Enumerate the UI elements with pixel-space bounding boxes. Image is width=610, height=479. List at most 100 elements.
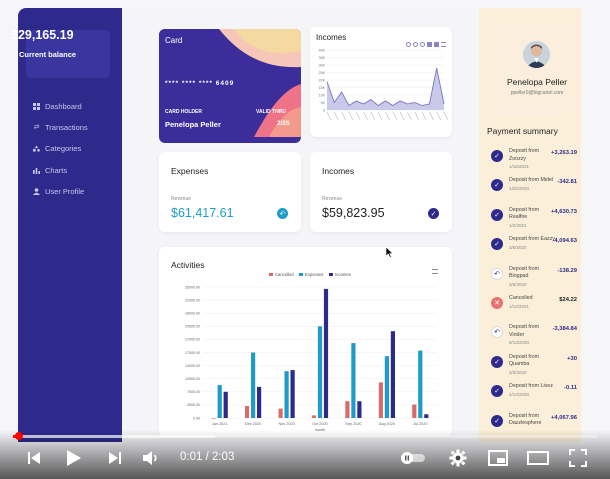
profile-name: Penelopa Peller	[506, 77, 567, 87]
card-valid-label: VALID THRU	[256, 109, 286, 115]
theater-mode-button[interactable]	[526, 446, 550, 470]
payment-amount: $24.22	[559, 297, 577, 303]
credit-card[interactable]: Card **** **** **** 6409 CARD HOLDER Pen…	[159, 29, 301, 143]
play-button[interactable]	[62, 446, 86, 470]
fullscreen-icon	[569, 449, 587, 467]
user-icon	[33, 187, 40, 195]
autoplay-toggle[interactable]	[398, 446, 428, 470]
payment-row[interactable]: ↶ Deposit from Blogpad 3/5/2020 -138.29	[487, 266, 583, 294]
payment-row[interactable]: ✓ Deposit from Livez 4/13/2020 -0.11	[487, 383, 583, 411]
x-tick-label	[429, 111, 434, 121]
sidebar-item-label: Charts	[45, 165, 68, 175]
sidebar-item-label: Dashboard	[45, 101, 82, 111]
miniplayer-icon	[488, 450, 508, 466]
payment-date: 1/16/2021	[509, 164, 530, 169]
incomes-sub: Revenue	[322, 196, 343, 202]
y-tick-label: 17500.00	[185, 351, 200, 355]
x-tick-label	[414, 111, 420, 121]
x-tick-label	[385, 111, 390, 121]
y-tick-label: 25K	[319, 71, 326, 75]
fullscreen-button[interactable]	[566, 446, 590, 470]
check-icon: ✓	[491, 355, 503, 368]
activities-card: Activities Cancelled Expenses Incomes 35000…	[159, 247, 452, 437]
y-tick-label: 7000.00	[187, 390, 200, 394]
bar-expenses	[317, 326, 323, 418]
check-icon: ✓	[491, 238, 503, 251]
volume-button[interactable]	[139, 446, 163, 470]
undo-icon: ↶	[491, 326, 503, 339]
sidebar-item-label: Categories	[45, 143, 82, 153]
legend-label: Cancelled	[275, 272, 294, 277]
card-holder-label: CARD HOLDER	[165, 109, 202, 115]
bar-incomes	[257, 386, 262, 418]
sidebar-item-charts[interactable]: Charts	[33, 164, 67, 176]
incomes-chart-card: Incomes 40K 35K 30K 25K 20K 15K 10K 5K 0	[310, 27, 452, 137]
payment-title: Deposit from Blogpad	[509, 265, 540, 280]
next-icon	[109, 452, 121, 464]
scrubber-handle[interactable]	[15, 432, 23, 440]
previous-button[interactable]	[22, 446, 46, 470]
payment-row[interactable]: ✓ Deposit from Midel 12/6/2020 -342.81	[487, 177, 583, 205]
y-tick-label: 40K	[319, 48, 326, 52]
payment-row[interactable]: ✕ Cancelled 1/12/2021 $24.22	[487, 295, 583, 323]
check-icon: ✓	[491, 208, 503, 221]
bar-cancelled	[245, 406, 250, 418]
payment-title: Deposit from Zoozzy	[509, 148, 540, 162]
payment-title: Deposit from Livez	[509, 383, 553, 390]
dashboard-icon	[33, 102, 40, 110]
bar-cancelled	[378, 382, 383, 418]
bar-expenses	[251, 352, 256, 418]
avatar[interactable]	[523, 41, 550, 68]
y-tick-label: 10K	[319, 93, 326, 97]
y-tick-label: 24500.00	[185, 325, 200, 329]
payment-date: 3/5/2020	[509, 281, 527, 287]
bar-cancelled	[345, 401, 350, 418]
expenses-card: Expenses Revenue $61,417.61 ↶	[159, 152, 301, 232]
transactions-icon: ⇄	[33, 124, 40, 131]
sidebar-item-user-profile[interactable]: User Profile	[33, 185, 84, 197]
payment-row[interactable]: ✓ Deposit from Zoozzy 1/16/2021 +3,263.19	[487, 148, 583, 176]
current-balance-amount: $29,165.19	[11, 28, 74, 42]
payment-title: Deposit from Eazzy	[509, 236, 555, 243]
x-tick-label	[348, 111, 354, 121]
payment-title: Deposit from Dazzlesphere	[509, 412, 542, 427]
sidebar-item-transactions[interactable]: ⇄ Transactions	[33, 121, 88, 133]
sidebar-item-categories[interactable]: Categories	[33, 142, 81, 154]
sidebar-item-dashboard[interactable]: Dashboard	[33, 100, 82, 112]
y-tick-label: 15K	[319, 86, 326, 90]
autoplay-icon	[401, 452, 425, 464]
card-number: **** **** **** 6409	[165, 80, 235, 87]
payment-summary-title: Payment summary	[487, 126, 558, 136]
check-icon[interactable]: ✓	[428, 208, 439, 219]
incomes-area-chart: 40K 35K 30K 25K 20K 15K 10K 5K 0	[319, 48, 449, 121]
payment-amount: +4,630.73	[551, 208, 577, 215]
y-tick-label: 0.00	[193, 416, 200, 420]
payment-row[interactable]: ✓ Deposit from Realfire 1/2/2021 +4,630.73	[487, 207, 583, 235]
payment-amount: +30	[567, 355, 577, 362]
activities-bar-chart: Cancelled Expenses Incomes 35000.00 31500.00…	[185, 272, 437, 432]
expenses-sub: Revenue	[171, 196, 192, 202]
miniplayer-button[interactable]	[486, 446, 510, 470]
payment-row[interactable]: ✓ Deposit from Quamba 3/3/2020 +30	[487, 354, 583, 382]
payment-date: 12/6/2020	[509, 186, 530, 192]
payment-row[interactable]: ↶ Deposit from Vinder 9/13/2020 -3,384.84	[487, 324, 583, 352]
bar-incomes	[323, 288, 329, 418]
x-tick-label	[363, 111, 368, 121]
bar-expenses	[384, 356, 389, 418]
x-tick-label: Jul 2020	[413, 422, 427, 426]
payment-row[interactable]: ✓ Deposit from Eazzy 3/6/2020 -4,094.63	[487, 236, 583, 264]
incomes-value: $59,823.95	[322, 206, 385, 220]
x-tick-label	[436, 111, 441, 121]
check-icon: ✓	[491, 414, 503, 427]
next-button[interactable]	[103, 446, 127, 470]
undo-icon[interactable]: ↶	[277, 208, 288, 219]
x-tick-label	[392, 111, 398, 121]
legend-swatch	[299, 273, 303, 276]
x-tick-label	[407, 111, 412, 121]
payment-amount: -4,094.63	[552, 238, 578, 245]
payment-amount: -342.81	[557, 179, 577, 186]
volume-icon	[143, 451, 157, 465]
x-tick-label: Aug 2020	[379, 422, 395, 426]
x-tick-label	[399, 111, 405, 121]
settings-button[interactable]	[446, 446, 470, 470]
